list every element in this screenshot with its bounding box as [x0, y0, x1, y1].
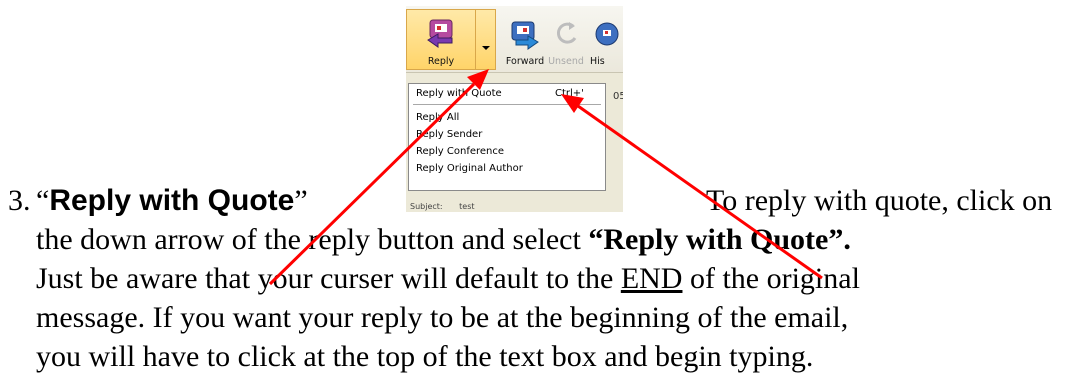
forward-icon [511, 21, 539, 50]
unsend-button[interactable]: Unsend [546, 12, 586, 70]
reply-dropdown-menu: Reply with Quote Ctrl+' Reply All Reply … [408, 83, 606, 191]
instruction-line-2: the down arrow of the reply button and s… [36, 222, 851, 258]
instruction-line-3-pre: Just be aware that your curser will defa… [36, 262, 621, 295]
unsend-icon [557, 22, 577, 44]
instruction-title-text: Reply with Quote [49, 184, 295, 217]
instruction-line-3-underlined: END [620, 262, 683, 295]
instruction-paragraph: 3. “Reply with Quote” To reply with quot… [0, 178, 1091, 387]
menu-item-reply-sender[interactable]: Reply Sender [416, 129, 482, 140]
menu-separator [413, 104, 601, 105]
forward-button[interactable]: Forward [502, 12, 548, 70]
history-button[interactable]: His [584, 12, 623, 70]
instruction-line-2-bold: “Reply with Quote”. [588, 223, 851, 256]
reply-label: Reply [427, 56, 455, 67]
close-quote: ” [294, 184, 308, 217]
reply-button[interactable]: Reply [406, 9, 476, 70]
instruction-line-3-post: of the original [682, 262, 860, 295]
reply-icon [427, 19, 453, 48]
instruction-line-1: To reply with quote, click on [706, 184, 1053, 217]
menu-item-reply-original-author[interactable]: Reply Original Author [416, 163, 523, 174]
instruction-line-3: Just be aware that your curser will defa… [36, 261, 860, 297]
forward-label: Forward [505, 56, 545, 67]
background-text-fragment: 05 [613, 91, 623, 102]
instruction-title: “Reply with Quote” [36, 183, 308, 219]
unsend-label: Unsend [548, 56, 584, 67]
instruction-line-2-text: the down arrow of the reply button and s… [36, 223, 589, 256]
menu-item-reply-with-quote[interactable]: Reply with Quote [416, 88, 502, 99]
menu-shortcut-reply-with-quote: Ctrl+' [555, 88, 584, 99]
history-icon [595, 22, 619, 46]
reply-dropdown-button[interactable] [476, 9, 496, 70]
mail-toolbar: Reply Forward Unsend His [406, 6, 623, 73]
menu-item-reply-conference[interactable]: Reply Conference [416, 146, 504, 157]
open-quote: “ [36, 184, 50, 217]
history-label: His [590, 56, 605, 67]
instruction-line-4: message. If you want your reply to be at… [36, 301, 849, 334]
chevron-down-icon [482, 46, 490, 50]
menu-item-reply-all[interactable]: Reply All [416, 112, 459, 123]
list-number: 3. [8, 184, 31, 217]
instruction-line-5: you will have to click at the top of the… [36, 340, 814, 373]
